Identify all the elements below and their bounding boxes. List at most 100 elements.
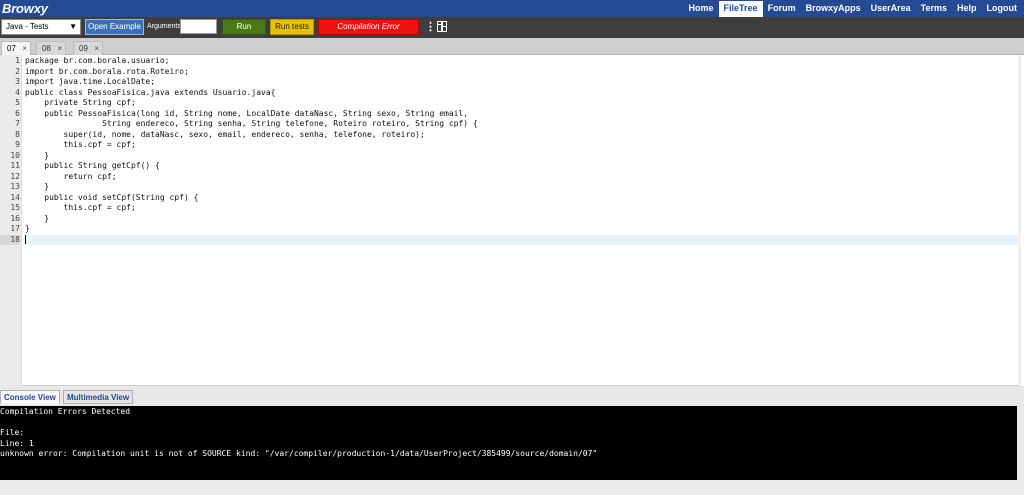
code-line[interactable]: 5 private String cpf; [15, 98, 1021, 109]
line-number: 16 [10, 213, 20, 223]
line-number: 6 [15, 108, 20, 118]
code-text: private String cpf; [25, 98, 136, 107]
line-number: 14 [10, 192, 20, 202]
close-icon[interactable]: × [94, 42, 99, 55]
panel-footer [0, 480, 1024, 495]
tab-console-view[interactable]: Console View [0, 390, 60, 404]
code-lines[interactable]: 1 package br.com.borala.usuario; 2 import b… [0, 56, 1021, 245]
vertical-scrollbar[interactable] [1018, 55, 1021, 386]
code-text: public String getCpf() { [25, 161, 160, 170]
language-select[interactable]: Java - Tests ▼ [1, 19, 81, 35]
code-line[interactable]: 11 public String getCpf() { [10, 161, 1021, 172]
code-line[interactable]: 1 package br.com.borala.usuario; [15, 56, 1021, 67]
console-line: unknown error: Compilation unit is not o… [0, 449, 598, 458]
nav-links: Home FileTree Forum BrowxyApps UserArea … [684, 0, 1022, 17]
code-line[interactable]: 4 public class PessoaFisica.java extends … [15, 87, 1021, 99]
chevron-down-icon: ▼ [69, 22, 77, 31]
code-line[interactable]: 2 import br.com.borala.rota.Roteiro; [15, 66, 1021, 78]
code-text: } [25, 182, 50, 191]
line-number: 2 [15, 66, 20, 76]
nav-help[interactable]: Help [952, 0, 982, 17]
run-tests-button[interactable]: Run tests [270, 19, 314, 35]
line-number: 8 [15, 129, 20, 139]
console-line: Compilation Errors Detected [0, 407, 131, 416]
line-number: 17 [10, 224, 20, 233]
line-number: 4 [15, 87, 20, 97]
more-options-icon[interactable]: ⋮ [425, 19, 436, 35]
code-editor[interactable]: 1 package br.com.borala.usuario; 2 import b… [0, 55, 1021, 386]
nav-userarea[interactable]: UserArea [866, 0, 916, 17]
language-select-value: Java - Tests [6, 22, 49, 31]
line-number: 12 [10, 171, 20, 181]
file-tabs: 07 × 08 × 09 × [0, 38, 1024, 56]
code-line[interactable]: 13 } [10, 182, 1021, 193]
close-icon[interactable]: × [57, 42, 62, 55]
code-line[interactable]: 6 public PessoaFisica(long id, String no… [15, 108, 1021, 120]
run-button[interactable]: Run [222, 19, 266, 35]
line-number: 13 [10, 182, 20, 191]
code-line[interactable]: 7 String endereco, String senha, String … [15, 119, 1021, 130]
console-line: Line: 1 [0, 438, 34, 448]
tab-07[interactable]: 07 × [1, 41, 31, 56]
tab-label: 08 [42, 44, 51, 53]
nav-browxyapps[interactable]: BrowxyApps [801, 0, 866, 17]
code-text: super(id, nome, dataNasc, sexo, email, e… [25, 129, 425, 139]
arguments-input[interactable] [180, 19, 217, 34]
code-text: return cpf; [25, 171, 117, 181]
code-text: } [25, 224, 30, 233]
toolbar: Java - Tests ▼ Open Example Arguments Ru… [0, 17, 1024, 38]
tab-label: 09 [79, 44, 88, 53]
nav-logout[interactable]: Logout [982, 0, 1023, 17]
code-text: package br.com.borala.usuario; [25, 56, 170, 65]
code-line[interactable]: 8 super(id, nome, dataNasc, sexo, email,… [15, 129, 1021, 141]
code-line[interactable]: 15 this.cpf = cpf; [10, 203, 1021, 214]
close-icon[interactable]: × [22, 42, 27, 55]
code-line[interactable]: 9 this.cpf = cpf; [15, 140, 1021, 151]
line-number: 5 [15, 98, 20, 107]
line-number: 3 [15, 77, 20, 86]
line-number: 10 [10, 150, 20, 160]
line-number: 1 [15, 56, 20, 65]
console-output[interactable]: Compilation Errors Detected File: Line: 1u… [0, 406, 1017, 480]
output-panel: Console View Multimedia View Compilation… [0, 386, 1024, 495]
code-text: this.cpf = cpf; [25, 140, 136, 149]
code-text: public PessoaFisica(long id, String nome… [25, 108, 469, 118]
nav-forum[interactable]: Forum [763, 0, 801, 17]
line-number: 15 [10, 203, 20, 212]
line-number: 9 [15, 140, 20, 149]
code-text: } [25, 150, 50, 160]
code-text: } [25, 213, 50, 223]
code-line[interactable]: 14 public void setCpf(String cpf) { [10, 192, 1021, 204]
code-text: import java.time.LocalDate; [25, 77, 156, 86]
compilation-status-button[interactable]: Compilation Error [318, 19, 419, 35]
code-line[interactable]: 16 } [10, 213, 1021, 225]
tab-multimedia-view[interactable]: Multimedia View [63, 390, 134, 404]
line-number: 7 [15, 119, 20, 128]
text-cursor [25, 234, 26, 244]
nav-home[interactable]: Home [684, 0, 719, 17]
code-text: public void setCpf(String cpf) { [25, 192, 199, 202]
top-navbar: Browxy Home FileTree Forum BrowxyApps Us… [0, 0, 1024, 17]
code-text: String endereco, String senha, String te… [25, 119, 478, 128]
nav-filetree[interactable]: FileTree [718, 1, 763, 17]
brand-logo[interactable]: Browxy [2, 0, 48, 17]
code-text: public class PessoaFisica.java extends U… [25, 87, 276, 97]
tab-08[interactable]: 08 × [36, 41, 66, 55]
nav-terms[interactable]: Terms [916, 0, 952, 17]
tab-09[interactable]: 09 × [73, 41, 103, 55]
line-number: 11 [10, 161, 20, 170]
tab-label: 07 [7, 44, 16, 53]
line-number: 18 [0, 234, 20, 245]
arguments-label: Arguments [147, 23, 181, 30]
code-line[interactable]: 17} [10, 224, 1021, 235]
code-line[interactable]: 18 [0, 234, 1021, 245]
code-line[interactable]: 12 return cpf; [10, 171, 1021, 183]
code-text: import br.com.borala.rota.Roteiro; [25, 66, 189, 76]
open-example-button[interactable]: Open Example [85, 19, 144, 35]
layout-icon[interactable] [437, 21, 447, 32]
code-line[interactable]: 3 import java.time.LocalDate; [15, 77, 1021, 88]
code-text: this.cpf = cpf; [25, 203, 136, 212]
code-line[interactable]: 10 } [10, 150, 1021, 162]
console-line: File: [0, 428, 25, 437]
